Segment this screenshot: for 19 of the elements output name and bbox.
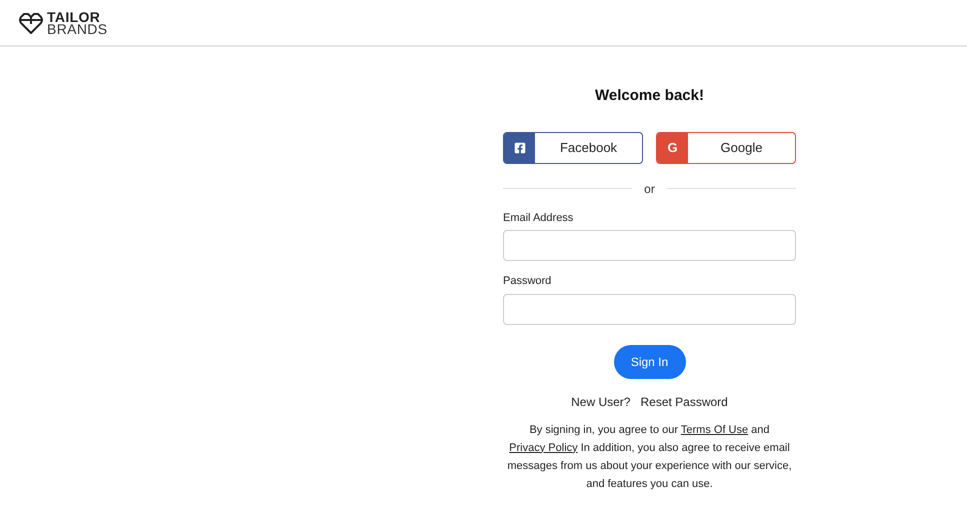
logo-text: BRANDS (47, 22, 108, 34)
sign-in-button[interactable]: Sign In (614, 344, 686, 378)
new-user-link[interactable]: New User? (571, 392, 630, 410)
heart-gem-icon (19, 12, 43, 34)
input-field[interactable] (503, 230, 796, 261)
field-label: Password (503, 274, 552, 289)
input-field[interactable] (503, 294, 796, 324)
field-label: Email Address (503, 210, 574, 226)
google-button[interactable]: G Google (656, 132, 796, 164)
privacy-link[interactable]: Privacy Policy (509, 442, 578, 454)
reset-password-link[interactable]: Reset Password (640, 392, 728, 410)
legal-text: By signing in, you agree to our Terms Of Use and Privacy Policy In addition, you also agree to receive email messages from us about your experience with our service, and features you can use. (506, 422, 793, 492)
divider-text: or (643, 180, 656, 198)
google-icon: G (667, 138, 678, 158)
terms-link[interactable]: Terms Of Use (680, 424, 748, 436)
logo-text: TAILOR (47, 10, 100, 22)
facebook-button[interactable]: Facebook (503, 132, 643, 164)
page-title: Welcome back! (594, 86, 705, 106)
facebook-icon (514, 142, 526, 154)
